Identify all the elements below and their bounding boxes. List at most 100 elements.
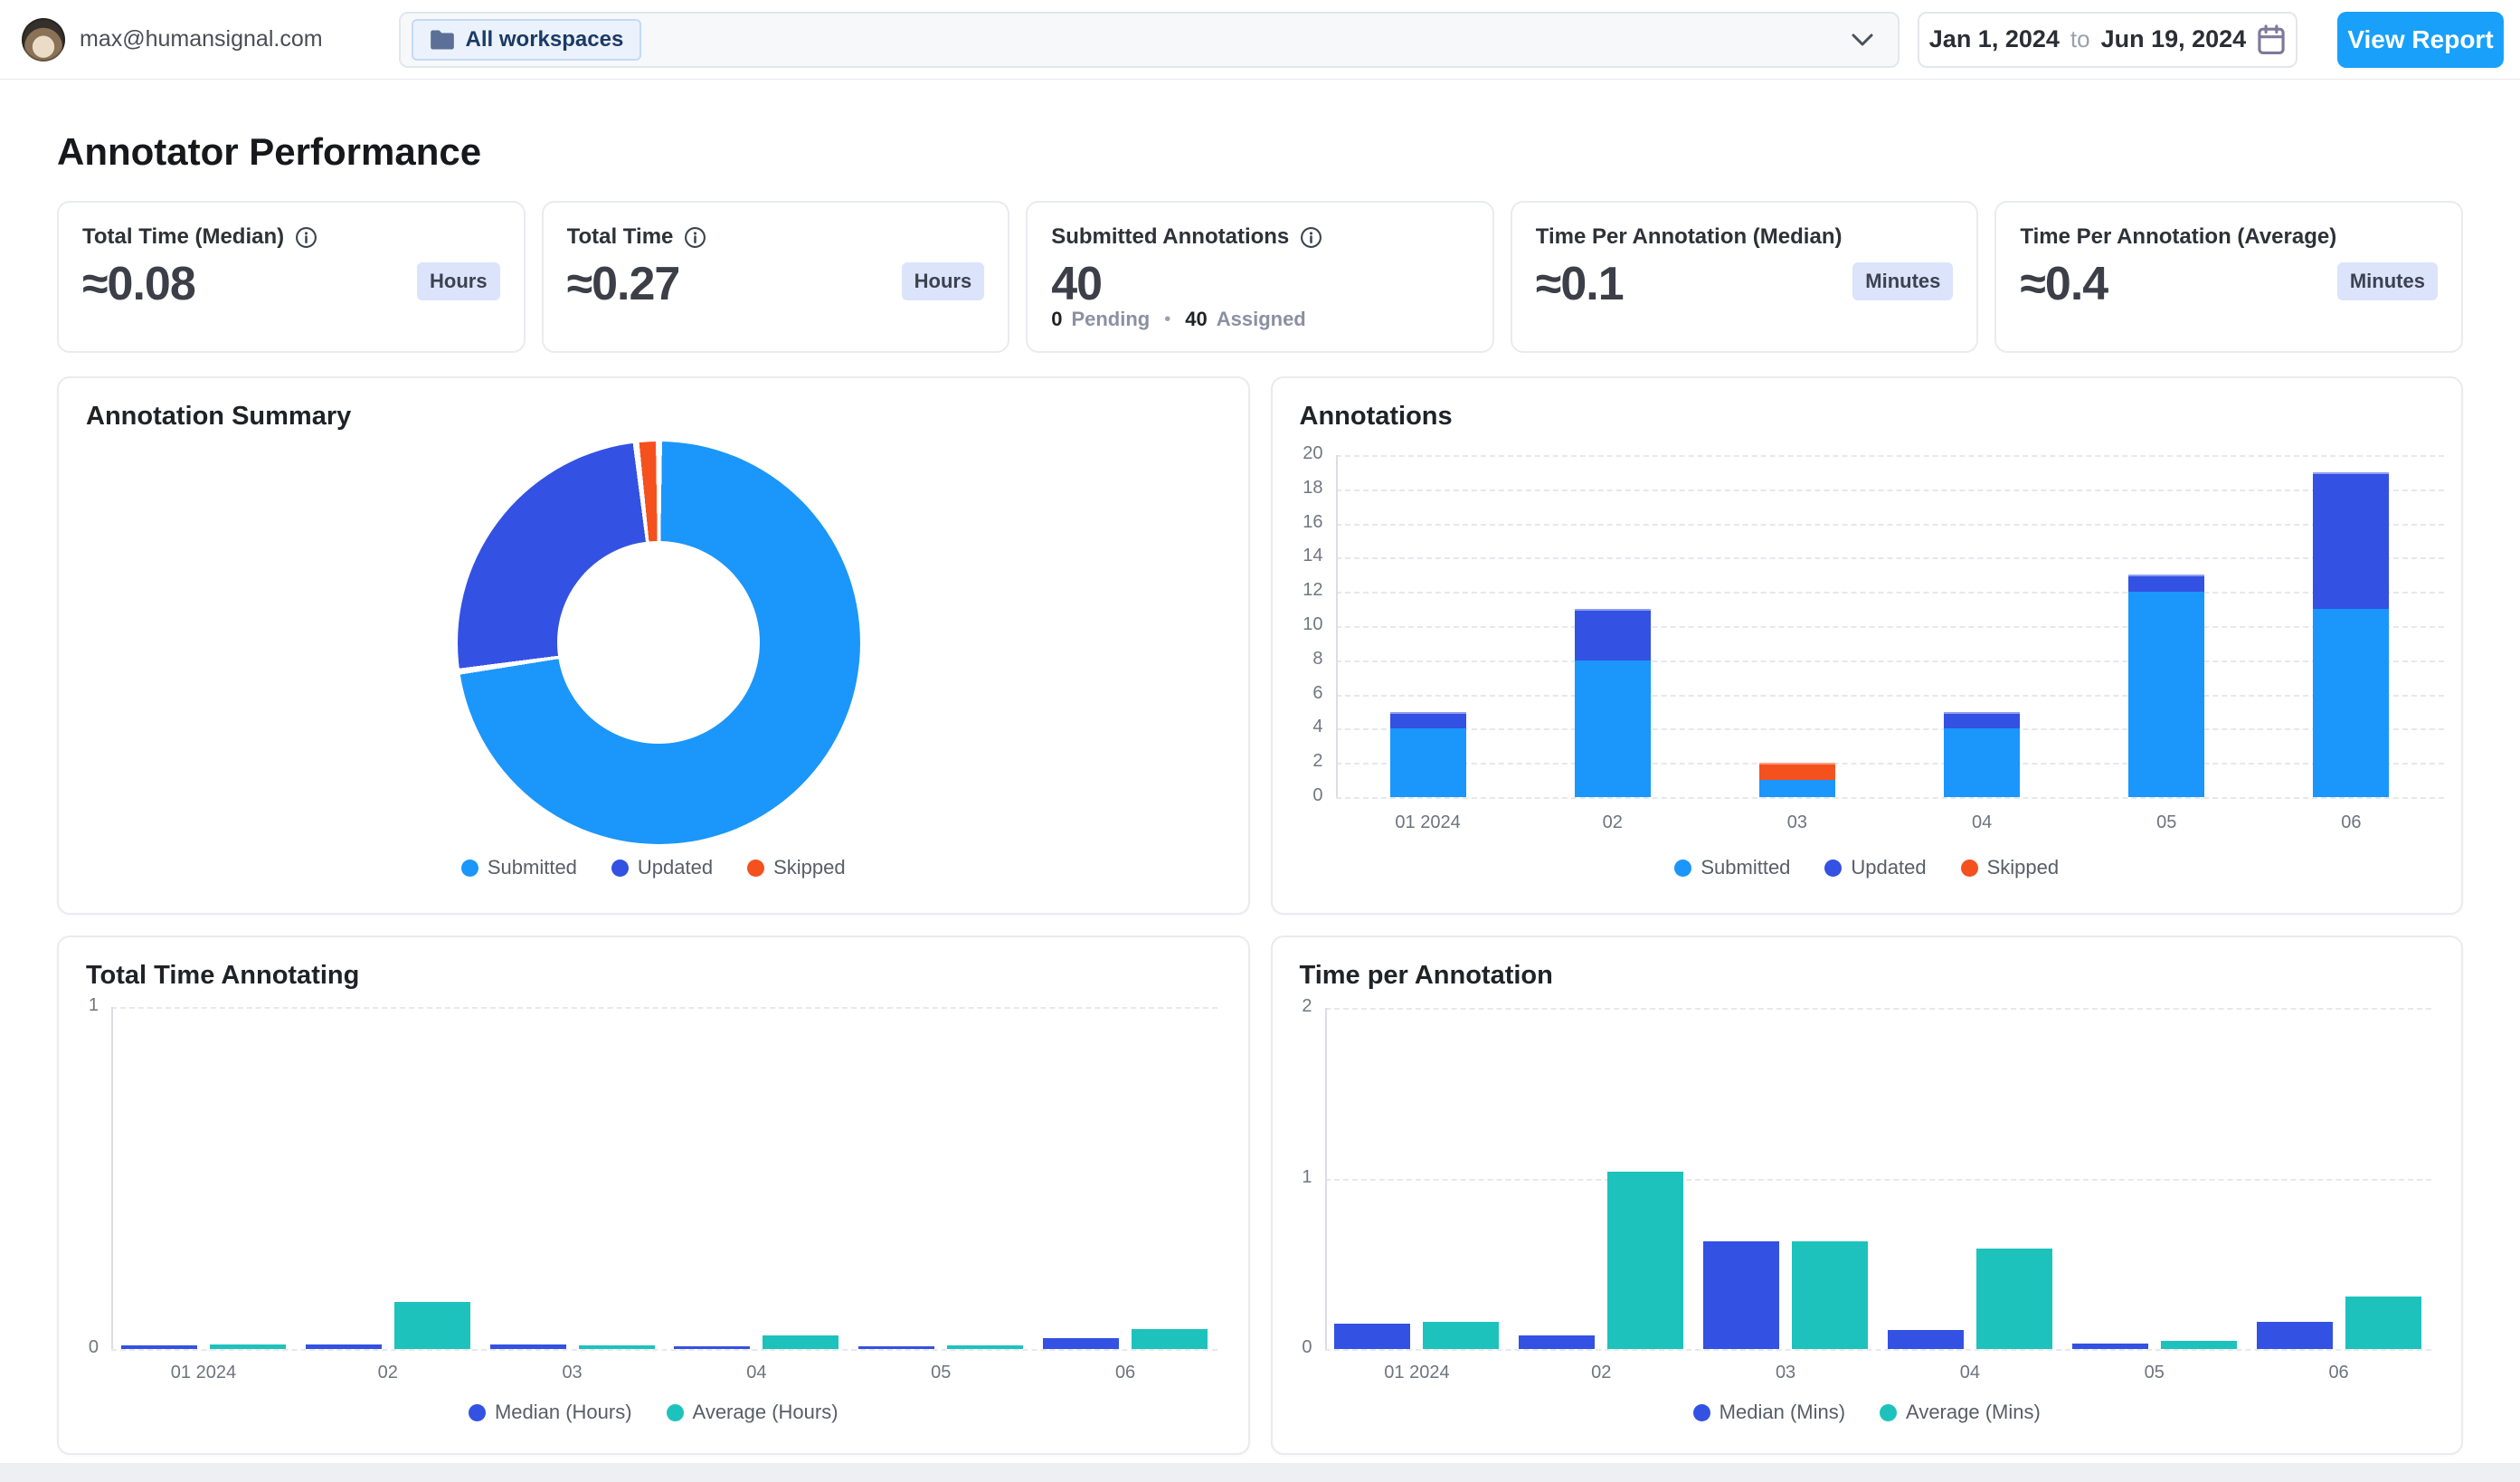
y-tick-label: 0 — [88, 1337, 99, 1357]
gridline — [1335, 455, 2444, 457]
gridline — [1335, 557, 2444, 560]
bar-segment-submitted — [1758, 780, 1835, 797]
gridline — [1335, 763, 2444, 765]
bar-median-mins- — [1887, 1330, 1964, 1349]
x-tick-label: 02 — [1602, 812, 1623, 832]
panel-title: Time per Annotation — [1299, 961, 1553, 990]
bar-average-mins- — [1792, 1241, 1869, 1349]
y-tick-label: 2 — [1312, 751, 1323, 772]
legend-label: Average (Hours) — [692, 1401, 838, 1423]
workspace-chip[interactable]: All workspaces — [411, 18, 642, 61]
card-label: Time Per Annotation (Median) — [1535, 224, 1843, 249]
card-time-per-annotation-average: Time Per Annotation (Average) ≈0.4 Minut… — [1994, 201, 2463, 353]
bar-segment-submitted — [1944, 728, 2021, 797]
legend-label: Submitted — [487, 856, 577, 879]
user-avatar[interactable] — [22, 17, 65, 62]
y-tick-label: 14 — [1303, 546, 1323, 566]
y-axis-line — [1335, 455, 1338, 797]
legend-item-submitted[interactable]: Submitted — [1674, 856, 1790, 879]
legend-label: Average (Mins) — [1906, 1401, 2041, 1423]
x-tick-label: 05 — [2144, 1363, 2165, 1382]
main-content: Annotator Performance Total Time (Median… — [0, 80, 2520, 1455]
legend-dot — [747, 859, 765, 877]
metric-cards-row: Total Time (Median) ≈0.08 Hours Total Ti… — [57, 201, 2463, 353]
chevron-down-icon — [1852, 33, 1873, 45]
legend-item-skipped[interactable]: Skipped — [1960, 856, 2060, 879]
x-tick-label: 05 — [2156, 812, 2177, 832]
legend-label: Skipped — [1986, 856, 2060, 879]
x-tick-label: 01 2024 — [1384, 1363, 1450, 1382]
unit-badge: Hours — [417, 262, 500, 300]
x-tick-label: 03 — [1775, 1363, 1796, 1382]
dashboard-page: max@humansignal.com All workspaces Jan 1… — [0, 0, 2520, 1463]
unit-badge: Minutes — [1852, 262, 1954, 300]
gridline — [1335, 694, 2444, 697]
legend-label: Skipped — [773, 856, 846, 879]
page-title: Annotator Performance — [57, 130, 482, 173]
chart-legend: Submitted Updated Skipped — [59, 856, 1248, 879]
legend-item-average-hours-[interactable]: Average (Hours) — [666, 1401, 838, 1424]
x-tick-label: 06 — [2328, 1363, 2349, 1382]
legend-dot — [1960, 859, 1978, 877]
legend-item-updated[interactable]: Updated — [1824, 856, 1927, 879]
gridline — [1335, 592, 2444, 594]
bar-average-hours- — [209, 1344, 286, 1349]
bar-average-mins- — [2345, 1296, 2421, 1349]
calendar-icon — [2258, 24, 2285, 54]
card-submitted-annotations: Submitted Annotations 40 0 Pending • 40 … — [1026, 201, 1494, 353]
info-icon[interactable] — [1300, 226, 1322, 249]
card-footer: 0 Pending • 40 Assigned — [1051, 308, 1306, 331]
folder-icon — [430, 30, 454, 49]
gridline — [111, 1349, 1217, 1351]
donut-hole — [557, 541, 760, 744]
info-icon[interactable] — [295, 226, 317, 249]
pending-label: Pending — [1071, 308, 1151, 330]
view-report-button[interactable]: View Report — [2337, 11, 2504, 68]
x-tick-label: 04 — [1971, 812, 1993, 832]
card-label: Submitted Annotations — [1051, 224, 1290, 249]
legend-item-average-mins-[interactable]: Average (Mins) — [1880, 1401, 2041, 1424]
chart-legend: Median (Hours) Average (Hours) — [59, 1401, 1248, 1424]
legend-dot — [1824, 859, 1843, 877]
date-to-word: to — [2070, 25, 2090, 52]
y-tick-label: 0 — [1302, 1337, 1312, 1357]
legend-item-skipped[interactable]: Skipped — [747, 856, 846, 879]
legend-item-updated[interactable]: Updated — [611, 856, 713, 879]
panel-title: Annotations — [1299, 402, 1453, 431]
x-tick-label: 01 2024 — [1395, 812, 1461, 832]
bar-segment-updated — [1574, 609, 1651, 660]
legend-item-submitted[interactable]: Submitted — [460, 856, 577, 879]
gridline — [111, 1007, 1217, 1009]
bar-median-hours- — [674, 1345, 751, 1349]
workspace-select[interactable]: All workspaces — [398, 11, 1899, 68]
gridline — [1324, 1008, 2431, 1010]
annotation-summary-panel: Annotation Summary Submitted Updated Skipp… — [57, 376, 1250, 915]
bar-median-mins- — [1334, 1323, 1411, 1349]
panel-title: Annotation Summary — [86, 402, 352, 431]
gridline — [1335, 660, 2444, 662]
card-label: Total Time — [566, 224, 674, 249]
bar-median-mins- — [1519, 1335, 1596, 1349]
legend-item-median-hours-[interactable]: Median (Hours) — [468, 1401, 632, 1424]
date-range-field[interactable]: Jan 1, 2024 to Jun 19, 2024 — [1918, 11, 2297, 68]
legend-label: Median (Mins) — [1719, 1401, 1846, 1423]
gridline — [1335, 626, 2444, 628]
user-email: max@humansignal.com — [80, 26, 323, 52]
info-icon[interactable] — [684, 226, 706, 249]
y-tick-label: 20 — [1303, 443, 1323, 463]
bar-average-hours- — [578, 1344, 655, 1349]
legend-dot — [468, 1403, 486, 1421]
total-time-annotating-panel: Total Time Annotating Median (Hours) Aver… — [57, 936, 1250, 1455]
legend-dot — [460, 859, 478, 877]
y-tick-label: 10 — [1303, 614, 1323, 634]
y-tick-label: 12 — [1303, 580, 1323, 601]
bar-segment-submitted — [1574, 660, 1651, 797]
legend-item-median-mins-[interactable]: Median (Mins) — [1692, 1401, 1846, 1424]
y-tick-label: 0 — [1312, 785, 1323, 805]
card-value: 40 — [1051, 258, 1103, 310]
y-tick-label: 8 — [1312, 648, 1323, 669]
legend-dot — [1692, 1403, 1710, 1421]
gridline — [1335, 489, 2444, 491]
legend-dot — [611, 859, 629, 877]
card-time-per-annotation-median: Time Per Annotation (Median) ≈0.1 Minute… — [1510, 201, 1979, 353]
